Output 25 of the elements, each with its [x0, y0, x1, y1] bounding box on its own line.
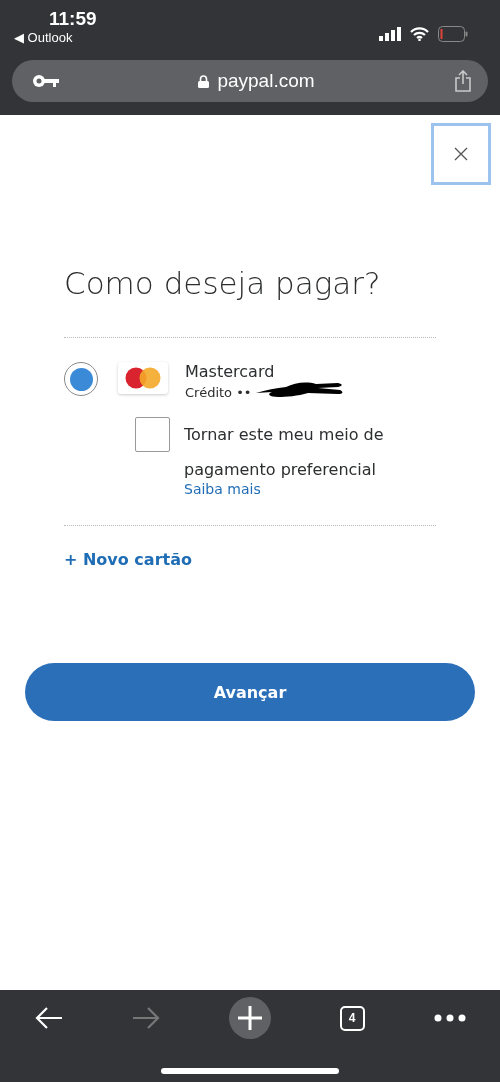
- key-icon[interactable]: [32, 74, 59, 88]
- wifi-icon: [410, 27, 429, 41]
- more-icon[interactable]: [433, 1014, 466, 1022]
- signal-icon: [379, 27, 401, 41]
- continue-button[interactable]: Avançar: [25, 663, 475, 721]
- learn-more-link[interactable]: Saiba mais: [184, 481, 436, 497]
- card-detail: Crédito ••: [185, 384, 252, 400]
- card-logo: [118, 362, 168, 394]
- new-tab-icon[interactable]: [228, 997, 271, 1039]
- url-text: paypal.com: [217, 70, 315, 92]
- close-icon: [454, 147, 468, 161]
- dialog-title: Como deseja pagar?: [64, 265, 382, 301]
- share-icon[interactable]: [454, 70, 472, 92]
- clock-time: 11:59: [49, 8, 97, 30]
- radio-button[interactable]: [64, 362, 98, 396]
- preferred-label: Tornar este meu meio de pagamento preferencial: [184, 424, 385, 481]
- add-card-link[interactable]: + Novo cartão: [64, 550, 436, 569]
- battery-icon: [438, 26, 468, 42]
- back-arrow-icon[interactable]: [34, 1006, 63, 1030]
- address-bar[interactable]: paypal.com: [12, 60, 488, 102]
- back-to-app-link[interactable]: ◀ Outlook: [14, 30, 73, 45]
- tab-count-button[interactable]: 4: [339, 1005, 365, 1031]
- lock-icon: [198, 74, 210, 88]
- preferred-checkbox[interactable]: [135, 417, 170, 452]
- card-brand: Mastercard: [185, 362, 276, 381]
